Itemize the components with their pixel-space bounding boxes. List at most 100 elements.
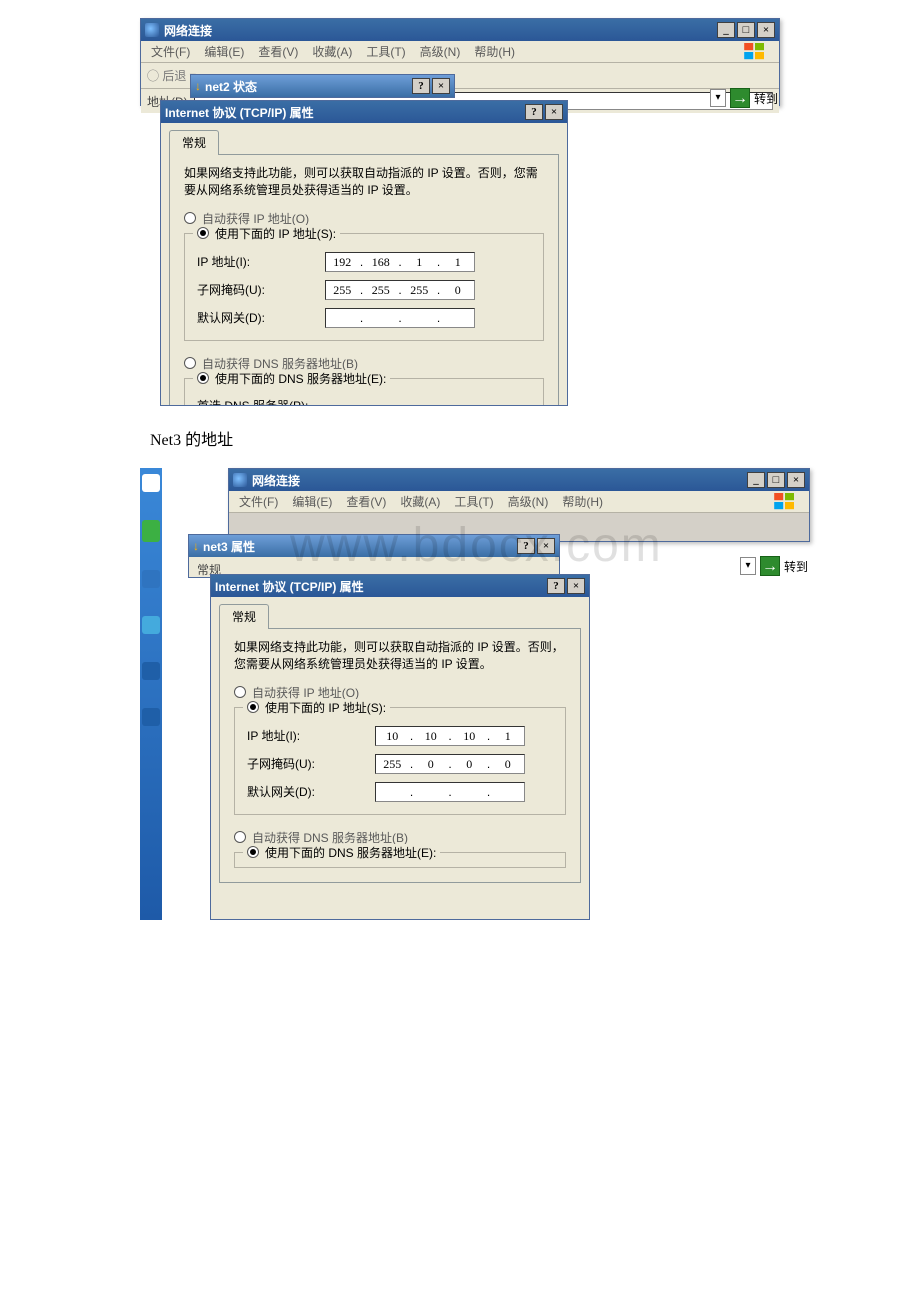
go-label: 转到 bbox=[784, 558, 808, 575]
radio-use-dns-label[interactable]: 使用下面的 DNS 服务器地址(E): bbox=[265, 844, 436, 861]
address-dropdown-icon[interactable]: ▾ bbox=[710, 89, 726, 107]
tcpip-desc: 如果网络支持此功能，则可以获取自动指派的 IP 设置。否则，您需要从网络系统管理… bbox=[184, 165, 544, 200]
desktop-icon[interactable] bbox=[142, 520, 160, 542]
net2-status-titlebar[interactable]: ↓ net2 状态 ?× bbox=[191, 75, 454, 97]
go-group: ▾ → 转到 bbox=[740, 556, 808, 576]
label-pref-dns: 首选 DNS 服务器(P): bbox=[197, 397, 317, 406]
close-button[interactable]: × bbox=[432, 78, 450, 94]
menu-adv[interactable]: 高级(N) bbox=[420, 43, 461, 60]
help-button[interactable]: ? bbox=[412, 78, 430, 94]
tcpip-title: Internet 协议 (TCP/IP) 属性 bbox=[215, 578, 364, 595]
radio-icon bbox=[184, 357, 196, 369]
down-arrow-icon: ↓ bbox=[193, 539, 199, 553]
desktop-computer-icon[interactable] bbox=[142, 570, 160, 588]
menu-fav[interactable]: 收藏(A) bbox=[400, 493, 440, 510]
net2-status-dialog: ↓ net2 状态 ?× bbox=[190, 74, 455, 98]
tcpip-titlebar[interactable]: Internet 协议 (TCP/IP) 属性 ?× bbox=[161, 101, 567, 123]
radio-icon bbox=[184, 212, 196, 224]
menu-help[interactable]: 帮助(H) bbox=[474, 43, 515, 60]
menu-view[interactable]: 查看(V) bbox=[346, 493, 386, 510]
menu-edit[interactable]: 编辑(E) bbox=[204, 43, 244, 60]
group-use-ip: 使用下面的 IP 地址(S): IP 地址(I): 10. 10. 10. 1 … bbox=[234, 707, 566, 815]
label-gateway: 默认网关(D): bbox=[247, 783, 367, 800]
radio-use-dns-label[interactable]: 使用下面的 DNS 服务器地址(E): bbox=[215, 370, 386, 387]
help-button[interactable]: ? bbox=[525, 104, 543, 120]
desktop-neighbor-icon[interactable] bbox=[142, 616, 160, 634]
explorer-title: 网络连接 bbox=[164, 22, 212, 39]
tcpip-titlebar[interactable]: Internet 协议 (TCP/IP) 属性 ?× bbox=[211, 575, 589, 597]
maximize-button[interactable]: □ bbox=[737, 22, 755, 38]
tab-general[interactable]: 常规 bbox=[169, 130, 219, 155]
tcpip-desc: 如果网络支持此功能，则可以获取自动指派的 IP 设置。否则，您需要从网络系统管理… bbox=[234, 639, 566, 674]
network-icon bbox=[233, 473, 247, 487]
radio-icon bbox=[247, 846, 259, 858]
menu-tools[interactable]: 工具(T) bbox=[454, 493, 493, 510]
tcpip-tabpage: 如果网络支持此功能，则可以获取自动指派的 IP 设置。否则，您需要从网络系统管理… bbox=[169, 154, 559, 406]
tcpip-dialog: Internet 协议 (TCP/IP) 属性 ?× 常规 如果网络支持此功能，… bbox=[210, 574, 590, 920]
radio-icon bbox=[197, 227, 209, 239]
tcpip-tabpage: 如果网络支持此功能，则可以获取自动指派的 IP 设置。否则，您需要从网络系统管理… bbox=[219, 628, 581, 883]
label-mask: 子网掩码(U): bbox=[197, 281, 317, 298]
label-mask: 子网掩码(U): bbox=[247, 755, 367, 772]
menu-file[interactable]: 文件(F) bbox=[151, 43, 190, 60]
radio-icon bbox=[234, 831, 246, 843]
explorer-titlebar[interactable]: 网络连接 _ □ × bbox=[141, 19, 779, 41]
close-button[interactable]: × bbox=[787, 472, 805, 488]
radio-icon bbox=[247, 701, 259, 713]
menu-adv[interactable]: 高级(N) bbox=[508, 493, 549, 510]
menu-tools[interactable]: 工具(T) bbox=[366, 43, 405, 60]
label-gateway: 默认网关(D): bbox=[197, 309, 317, 326]
radio-use-ip-label[interactable]: 使用下面的 IP 地址(S): bbox=[265, 699, 386, 716]
explorer-titlebar[interactable]: 网络连接 _ □ × bbox=[229, 469, 809, 491]
menu-view[interactable]: 查看(V) bbox=[258, 43, 298, 60]
close-button[interactable]: × bbox=[757, 22, 775, 38]
screenshot-net3: 网络连接 _ □ × 文件(F) 编辑(E) 查看(V) 收藏(A) 工具(T)… bbox=[140, 468, 810, 920]
radio-use-ip-label[interactable]: 使用下面的 IP 地址(S): bbox=[215, 225, 336, 242]
minimize-button[interactable]: _ bbox=[717, 22, 735, 38]
windows-flag-icon bbox=[741, 41, 769, 63]
input-gateway[interactable]: . . . bbox=[375, 782, 525, 802]
menu-file[interactable]: 文件(F) bbox=[239, 493, 278, 510]
close-button[interactable]: × bbox=[567, 578, 585, 594]
label-ip: IP 地址(I): bbox=[197, 253, 317, 270]
caption-net3: Net3 的地址 bbox=[150, 426, 920, 450]
help-button[interactable]: ? bbox=[547, 578, 565, 594]
desktop-doc-icon[interactable] bbox=[142, 474, 160, 492]
desktop-ie-icon[interactable] bbox=[142, 708, 160, 726]
close-button[interactable]: × bbox=[537, 538, 555, 554]
menu-help[interactable]: 帮助(H) bbox=[562, 493, 603, 510]
desktop-recycle-icon[interactable] bbox=[142, 662, 160, 680]
net2-status-title: net2 状态 bbox=[205, 78, 257, 95]
radio-icon bbox=[197, 372, 209, 384]
explorer-menubar[interactable]: 文件(F) 编辑(E) 查看(V) 收藏(A) 工具(T) 高级(N) 帮助(H… bbox=[229, 491, 809, 513]
input-mask[interactable]: 255. 0. 0. 0 bbox=[375, 754, 525, 774]
close-button[interactable]: × bbox=[545, 104, 563, 120]
tcpip-title: Internet 协议 (TCP/IP) 属性 bbox=[165, 104, 314, 121]
network-icon bbox=[145, 23, 159, 37]
input-ip[interactable]: 192. 168. 1. 1 bbox=[325, 252, 475, 272]
address-dropdown-icon[interactable]: ▾ bbox=[740, 557, 756, 575]
explorer-window: 网络连接 _ □ × 文件(F) 编辑(E) 查看(V) 收藏(A) 工具(T)… bbox=[228, 468, 810, 542]
go-group: ▾ → 转到 bbox=[710, 88, 778, 108]
menu-fav[interactable]: 收藏(A) bbox=[312, 43, 352, 60]
tab-general[interactable]: 常规 bbox=[219, 604, 269, 629]
go-label: 转到 bbox=[754, 90, 778, 107]
input-mask[interactable]: 255. 255. 255. 0 bbox=[325, 280, 475, 300]
back-button[interactable]: ◯ 后退 ▾ bbox=[147, 67, 196, 84]
input-gateway[interactable]: . . . bbox=[325, 308, 475, 328]
net3-prop-titlebar[interactable]: ↓ net3 属性 ?× bbox=[189, 535, 559, 557]
menu-edit[interactable]: 编辑(E) bbox=[292, 493, 332, 510]
net3-prop-title: net3 属性 bbox=[203, 538, 255, 555]
help-button[interactable]: ? bbox=[517, 538, 535, 554]
explorer-menubar[interactable]: 文件(F) 编辑(E) 查看(V) 收藏(A) 工具(T) 高级(N) 帮助(H… bbox=[141, 41, 779, 63]
screenshot-net2: 网络连接 _ □ × 文件(F) 编辑(E) 查看(V) 收藏(A) 工具(T)… bbox=[140, 18, 780, 406]
net3-prop-dialog: ↓ net3 属性 ?× 常规 bbox=[188, 534, 560, 578]
group-use-dns: 使用下面的 DNS 服务器地址(E): 首选 DNS 服务器(P): bbox=[184, 378, 544, 406]
go-button[interactable]: → bbox=[730, 88, 750, 108]
radio-icon bbox=[234, 686, 246, 698]
go-button[interactable]: → bbox=[760, 556, 780, 576]
input-ip[interactable]: 10. 10. 10. 1 bbox=[375, 726, 525, 746]
maximize-button[interactable]: □ bbox=[767, 472, 785, 488]
minimize-button[interactable]: _ bbox=[747, 472, 765, 488]
desktop-strip bbox=[140, 468, 162, 920]
